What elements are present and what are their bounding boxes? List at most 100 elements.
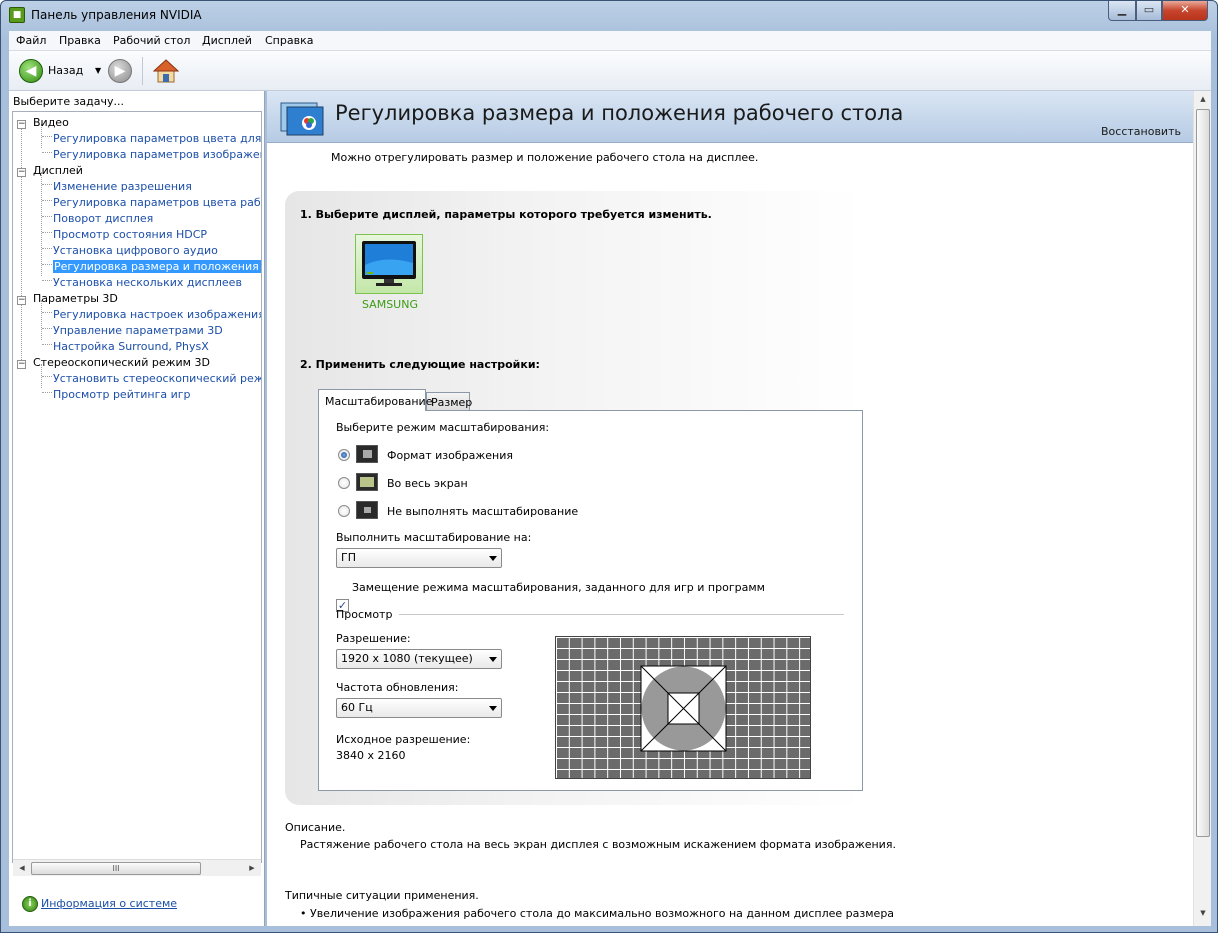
resolution-select[interactable]: 1920 x 1080 (текущее)	[336, 649, 502, 669]
preview-section-label: Просмотр	[336, 608, 393, 621]
tree-group-display[interactable]: Дисплей	[33, 164, 83, 177]
tree-group-stereo-3d[interactable]: Стереоскопический режим 3D	[33, 356, 210, 369]
task-sidebar: Выберите задачу... − Видео Регулировка п…	[9, 91, 265, 926]
window-title: Панель управления NVIDIA	[31, 8, 202, 22]
back-arrow-icon[interactable]: ◀	[19, 59, 43, 83]
tree-item-image-preview[interactable]: Регулировка настроек изображения с пр	[53, 308, 261, 321]
back-history-dropdown-icon[interactable]: ▼	[95, 66, 101, 75]
native-resolution-value: 3840 x 2160	[336, 749, 406, 762]
page-title: Регулировка размера и положения рабочего…	[335, 101, 904, 125]
description-title: Описание.	[285, 821, 346, 834]
close-button[interactable]: ✕	[1162, 1, 1208, 21]
preview-divider	[399, 614, 844, 615]
tree-item-set-stereo-3d[interactable]: Установить стереоскопический режим 3	[53, 372, 261, 385]
collapse-display-icon[interactable]: −	[17, 168, 26, 177]
menu-edit[interactable]: Правка	[59, 34, 101, 47]
scaling-tab-content: Выберите режим масштабирования: Формат и…	[318, 410, 863, 791]
tree-item-desktop-size-position[interactable]: Регулировка размера и положения рабо	[53, 260, 261, 273]
mode-label-full-screen[interactable]: Во весь экран	[387, 477, 468, 490]
tree-item-video-color[interactable]: Регулировка параметров цвета для вид	[53, 132, 261, 145]
step-1-heading: 1. Выберите дисплей, параметры которого …	[300, 208, 712, 221]
step-2-heading: 2. Применить следующие настройки:	[300, 358, 540, 371]
back-button-label[interactable]: Назад	[48, 64, 83, 77]
perform-scaling-on-value: ГП	[341, 551, 356, 564]
chevron-down-icon	[489, 657, 497, 662]
refresh-rate-label: Частота обновления:	[336, 681, 459, 694]
typical-usage-item: • Увеличение изображения рабочего стола …	[300, 907, 895, 920]
tab-scaling[interactable]: Масштабирование	[318, 389, 432, 411]
radio-no-scaling[interactable]	[338, 505, 350, 517]
menu-display[interactable]: Дисплей	[202, 34, 252, 47]
system-info-icon[interactable]: i	[22, 896, 38, 912]
tree-item-video-image[interactable]: Регулировка параметров изображения д	[53, 148, 261, 161]
scaling-preview-image	[555, 636, 811, 779]
title-bar: ■ Панель управления NVIDIA ▁ ▭ ✕	[1, 1, 1217, 31]
tree-item-manage-3d[interactable]: Управление параметрами 3D	[53, 324, 223, 337]
tree-item-rotate-display[interactable]: Поворот дисплея	[53, 212, 153, 225]
no-scaling-mode-icon	[356, 501, 378, 519]
scroll-down-icon[interactable]: ▼	[1196, 909, 1210, 917]
restore-defaults-link[interactable]: Восстановить	[1101, 125, 1181, 138]
refresh-rate-select[interactable]: 60 Гц	[336, 698, 502, 718]
tree-item-change-resolution[interactable]: Изменение разрешения	[53, 180, 192, 193]
toolbar: ◀ Назад ▼ ▶	[9, 51, 1211, 91]
monitor-icon	[362, 241, 416, 286]
resolution-label: Разрешение:	[336, 632, 411, 645]
forward-arrow-icon[interactable]: ▶	[108, 59, 132, 83]
app-window: ■ Панель управления NVIDIA ▁ ▭ ✕ Файл Пр…	[0, 0, 1218, 933]
sidebar-horizontal-scrollbar[interactable]: ◀ III ▶	[13, 859, 261, 876]
scroll-left-icon[interactable]: ◀	[15, 864, 29, 872]
page-intro-text: Можно отрегулировать размер и положение …	[331, 151, 759, 164]
tree-group-3d-settings[interactable]: Параметры 3D	[33, 292, 118, 305]
scroll-right-icon[interactable]: ▶	[245, 864, 259, 872]
content-vertical-scrollbar[interactable]: ▲ ▼	[1193, 91, 1211, 926]
typical-usage-text: Увеличение изображения рабочего стола до…	[310, 907, 895, 920]
toolbar-separator	[142, 57, 143, 85]
mode-label-aspect-ratio[interactable]: Формат изображения	[387, 449, 513, 462]
system-info-link[interactable]: Информация о системе	[41, 897, 177, 910]
full-screen-mode-icon	[356, 473, 378, 491]
scale-mode-label: Выберите режим масштабирования:	[336, 421, 550, 434]
display-name-label: SAMSUNG	[362, 298, 418, 311]
maximize-button[interactable]: ▭	[1136, 1, 1162, 21]
scroll-up-icon[interactable]: ▲	[1196, 95, 1210, 103]
desktop-size-page-icon	[280, 102, 324, 136]
refresh-rate-value: 60 Гц	[341, 701, 373, 714]
minimize-button[interactable]: ▁	[1108, 1, 1136, 21]
tree-group-video[interactable]: Видео	[33, 116, 69, 129]
tree-item-hdcp-status[interactable]: Просмотр состояния HDCP	[53, 228, 207, 241]
main-content: Регулировка размера и положения рабочего…	[267, 91, 1193, 926]
radio-full-screen[interactable]	[338, 477, 350, 489]
resolution-value: 1920 x 1080 (текущее)	[341, 652, 473, 665]
aspect-ratio-mode-icon	[356, 445, 378, 463]
tab-size[interactable]: Размер	[426, 392, 472, 411]
home-icon[interactable]	[153, 58, 179, 84]
description-text: Растяжение рабочего стола на весь экран …	[300, 838, 896, 851]
menu-desktop[interactable]: Рабочий стол	[113, 34, 190, 47]
menu-bar: Файл Правка Рабочий стол Дисплей Справка	[9, 31, 1211, 51]
override-scaling-label[interactable]: Замещение режима масштабирования, заданн…	[352, 581, 765, 594]
menu-file[interactable]: Файл	[16, 34, 46, 47]
tree-item-surround-physx[interactable]: Настройка Surround, PhysX	[53, 340, 209, 353]
display-selector-samsung[interactable]	[355, 234, 423, 294]
collapse-stereo-3d-icon[interactable]: −	[17, 360, 26, 369]
tree-item-game-ratings[interactable]: Просмотр рейтинга игр	[53, 388, 191, 401]
native-resolution-label: Исходное разрешение:	[336, 733, 471, 746]
menu-help[interactable]: Справка	[265, 34, 313, 47]
scrollbar-thumb[interactable]: III	[31, 862, 201, 875]
tree-item-digital-audio[interactable]: Установка цифрового аудио	[53, 244, 218, 257]
mode-label-no-scaling[interactable]: Не выполнять масштабирование	[387, 505, 578, 518]
tree-item-multiple-displays[interactable]: Установка нескольких дисплеев	[53, 276, 242, 289]
vertical-scrollbar-thumb[interactable]	[1196, 109, 1210, 837]
perform-scaling-on-label: Выполнить масштабирование на:	[336, 531, 532, 544]
collapse-3d-settings-icon[interactable]: −	[17, 296, 26, 305]
collapse-video-icon[interactable]: −	[17, 120, 26, 129]
typical-usage-title: Типичные ситуации применения.	[285, 889, 479, 902]
perform-scaling-on-select[interactable]: ГП	[336, 548, 502, 568]
task-tree: − Видео Регулировка параметров цвета для…	[12, 111, 262, 863]
tree-item-desktop-color[interactable]: Регулировка параметров цвета рабочег	[53, 196, 261, 209]
sidebar-header: Выберите задачу...	[13, 95, 125, 108]
nvidia-app-icon: ■	[9, 7, 25, 23]
preview-test-pattern	[640, 665, 727, 752]
radio-aspect-ratio[interactable]	[338, 449, 350, 461]
